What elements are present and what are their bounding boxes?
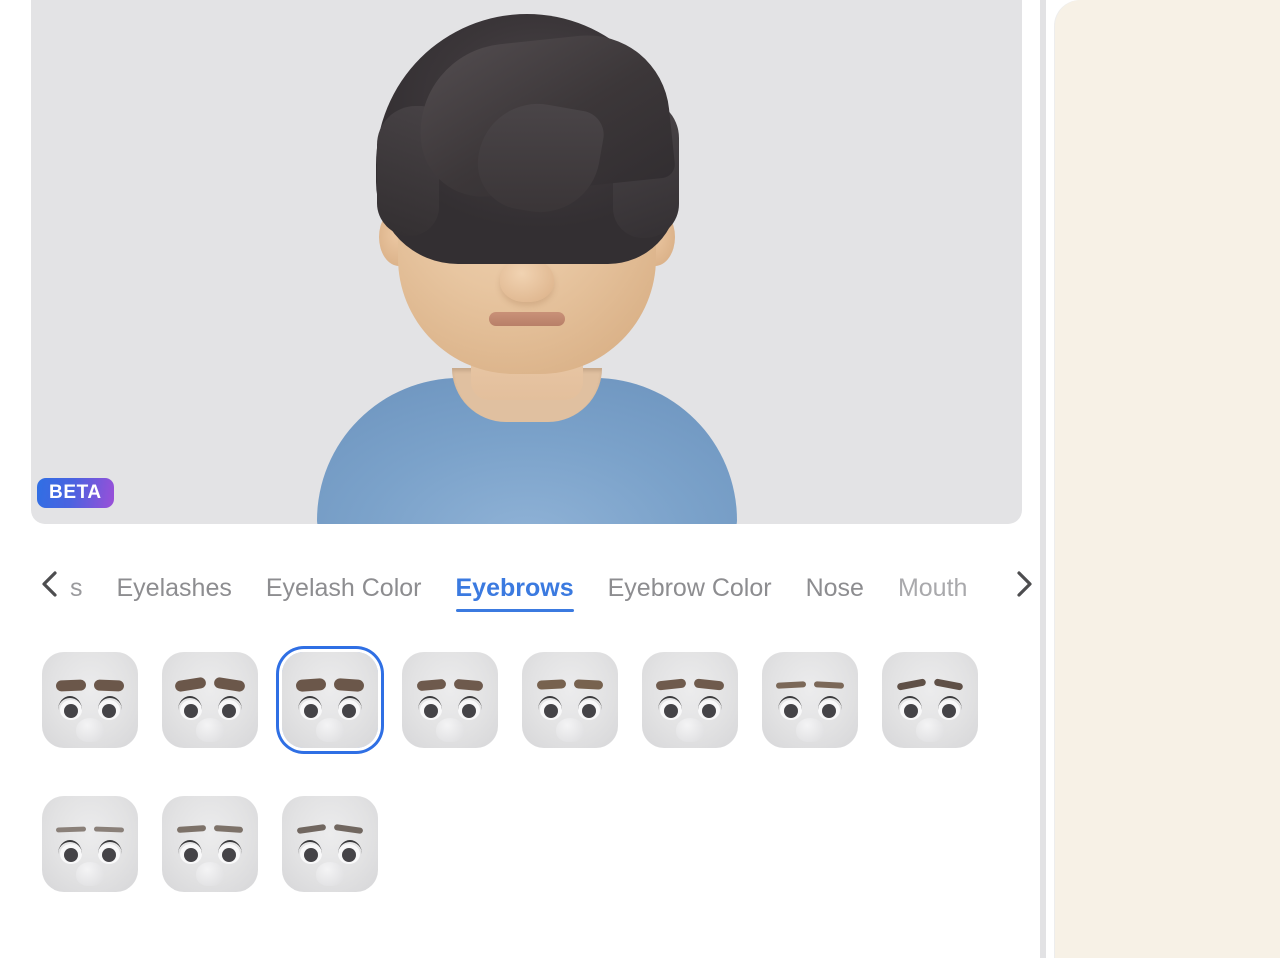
- thumbnail-eyelash-right: [218, 840, 242, 854]
- eyebrow-options-grid: [42, 652, 1002, 892]
- thumbnail-nose: [556, 718, 584, 742]
- thumbnail-eyelash-left: [178, 840, 202, 854]
- side-panel[interactable]: [1055, 0, 1280, 958]
- eyebrow-option-4[interactable]: [402, 652, 498, 748]
- thumbnail-eyelash-right: [698, 696, 722, 710]
- thumbnail-eyebrow-right: [334, 824, 364, 834]
- tab-eyebrow-color[interactable]: Eyebrow Color: [608, 574, 772, 612]
- thumbnail-nose: [76, 862, 104, 886]
- thumbnail-nose: [436, 718, 464, 742]
- thumbnail-face: [282, 652, 378, 748]
- thumbnail-nose: [196, 862, 224, 886]
- thumbnail-eyebrow-right: [214, 825, 243, 833]
- thumbnail-eyelash-left: [298, 840, 322, 854]
- chevron-right-icon[interactable]: [1010, 569, 1040, 599]
- thumbnail-eyebrow-left: [297, 824, 327, 834]
- thumbnail-nose: [676, 718, 704, 742]
- thumbnail-face: [402, 652, 498, 748]
- thumbnail-eyelash-left: [418, 696, 442, 710]
- category-tabbar: s Eyelashes Eyelash Color Eyebrows Eyebrow C…: [0, 556, 1040, 612]
- thumbnail-eyelash-left: [58, 696, 82, 710]
- thumbnail-nose: [76, 718, 104, 742]
- eyebrow-option-7[interactable]: [762, 652, 858, 748]
- thumbnail-eyelash-right: [458, 696, 482, 710]
- thumbnail-eyebrow-left: [656, 678, 687, 690]
- thumbnail-eyelash-right: [578, 696, 602, 710]
- eyebrow-option-1[interactable]: [42, 652, 138, 748]
- thumbnail-eyebrow-left: [174, 677, 206, 693]
- eyebrow-option-10[interactable]: [162, 796, 258, 892]
- thumbnail-face: [882, 652, 978, 748]
- eyebrow-option-9[interactable]: [42, 796, 138, 892]
- thumbnail-face: [162, 796, 258, 892]
- eyebrow-option-2[interactable]: [162, 652, 258, 748]
- eyebrow-option-11[interactable]: [282, 796, 378, 892]
- thumbnail-nose: [196, 718, 224, 742]
- thumbnail-nose: [316, 718, 344, 742]
- thumbnail-eyebrow-right: [574, 679, 603, 690]
- avatar-mouth: [489, 312, 565, 326]
- tab-clipped-start[interactable]: s: [70, 574, 83, 612]
- avatar-nose: [500, 258, 554, 302]
- thumbnail-eyebrow-left: [897, 678, 927, 690]
- avatar-preview[interactable]: [31, 0, 1022, 524]
- thumbnail-eyebrow-right: [454, 679, 484, 691]
- thumbnail-eyebrow-right: [94, 679, 124, 691]
- tab-mouth[interactable]: Mouth: [898, 574, 967, 612]
- thumbnail-eyelash-left: [58, 840, 82, 854]
- tab-nose[interactable]: Nose: [806, 574, 864, 612]
- eyebrow-option-5[interactable]: [522, 652, 618, 748]
- beta-badge: BETA: [37, 478, 114, 508]
- thumbnail-eyelash-left: [898, 696, 922, 710]
- thumbnail-eyelash-right: [338, 840, 362, 854]
- thumbnail-eyelash-right: [218, 696, 242, 710]
- eyebrow-option-3[interactable]: [282, 652, 378, 748]
- thumbnail-eyelash-left: [178, 696, 202, 710]
- thumbnail-eyebrow-right: [934, 678, 964, 690]
- eyebrow-option-6[interactable]: [642, 652, 738, 748]
- tabs-scroller[interactable]: s Eyelashes Eyelash Color Eyebrows Eyebrow C…: [64, 556, 1010, 612]
- tab-eyelash-color[interactable]: Eyelash Color: [266, 574, 422, 612]
- thumbnail-eyebrow-left: [177, 825, 206, 833]
- thumbnail-eyebrow-left: [417, 679, 447, 691]
- thumbnail-face: [522, 652, 618, 748]
- thumbnail-eyelash-left: [538, 696, 562, 710]
- thumbnail-eyelash-right: [98, 696, 122, 710]
- thumbnail-eyebrow-left: [56, 679, 86, 691]
- thumbnail-face: [762, 652, 858, 748]
- thumbnail-face: [282, 796, 378, 892]
- thumbnail-face: [162, 652, 258, 748]
- chevron-left-icon[interactable]: [34, 569, 64, 599]
- thumbnail-eyelash-left: [658, 696, 682, 710]
- thumbnail-eyebrow-left: [296, 678, 327, 692]
- thumbnail-face: [42, 652, 138, 748]
- avatar-figure: [31, 0, 1022, 524]
- thumbnail-eyelash-right: [818, 696, 842, 710]
- thumbnail-eyebrow-right: [94, 826, 124, 832]
- thumbnail-nose: [316, 862, 344, 886]
- thumbnail-face: [42, 796, 138, 892]
- tab-eyebrows[interactable]: Eyebrows: [456, 574, 574, 612]
- thumbnail-nose: [796, 718, 824, 742]
- tab-eyelashes[interactable]: Eyelashes: [117, 574, 232, 612]
- eyebrow-option-8[interactable]: [882, 652, 978, 748]
- thumbnail-eyelash-right: [938, 696, 962, 710]
- thumbnail-eyelash-right: [338, 696, 362, 710]
- thumbnail-eyelash-left: [778, 696, 802, 710]
- avatar-editor-panel: BETA s Eyelashes Eyelash Color Eyebrows Eyeb…: [0, 0, 1040, 958]
- thumbnail-eyebrow-right: [213, 677, 245, 693]
- thumbnail-eyelash-left: [298, 696, 322, 710]
- thumbnail-eyebrow-left: [537, 679, 566, 690]
- thumbnail-eyelash-right: [98, 840, 122, 854]
- thumbnail-eyebrow-left: [776, 681, 806, 689]
- thumbnail-eyebrow-left: [56, 826, 86, 832]
- thumbnail-eyebrow-right: [334, 678, 365, 692]
- panel-gutter: [1046, 0, 1055, 958]
- thumbnail-face: [642, 652, 738, 748]
- thumbnail-nose: [916, 718, 944, 742]
- thumbnail-eyebrow-right: [814, 681, 844, 689]
- thumbnail-eyebrow-right: [694, 678, 725, 690]
